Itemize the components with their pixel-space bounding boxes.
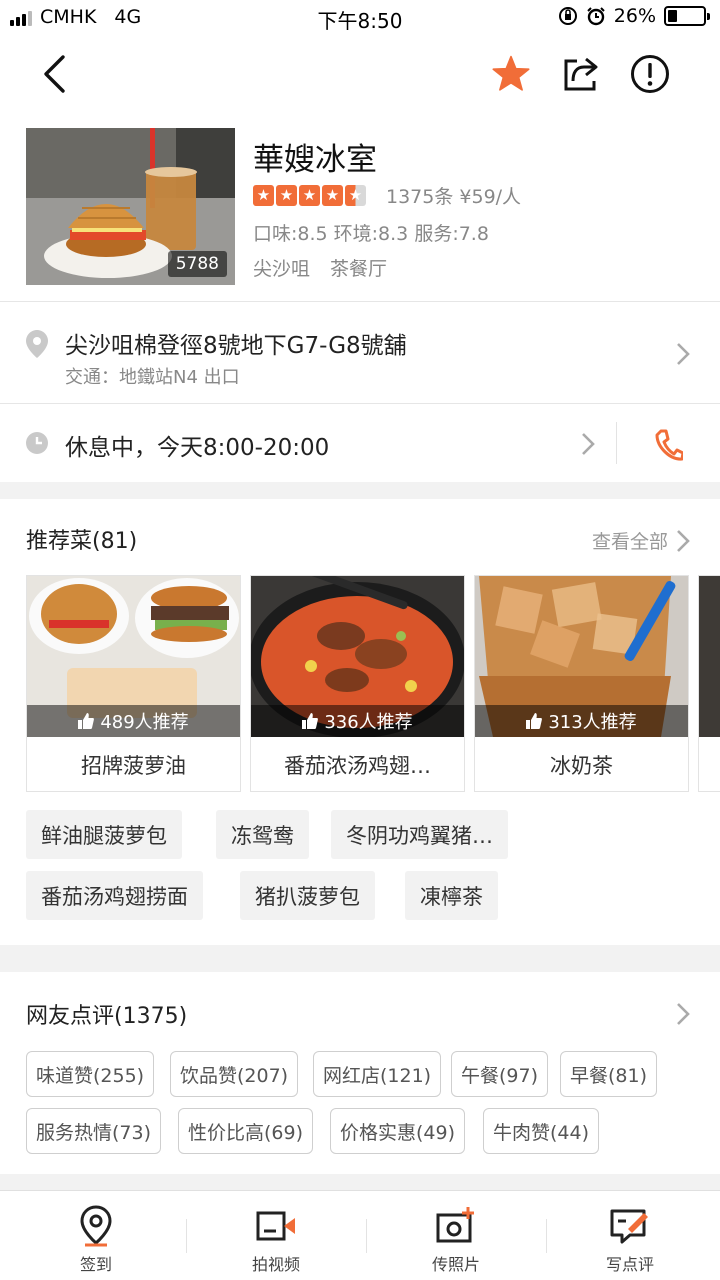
recommend-count: 336人推荐: [251, 705, 464, 737]
chevron-left-icon: [44, 55, 65, 93]
dish-name: 冰奶茶: [550, 753, 613, 778]
report-button[interactable]: [626, 50, 674, 98]
review-tag[interactable]: 早餐(81): [560, 1051, 658, 1097]
dish-name: 番茄浓汤鸡翅…: [284, 753, 431, 778]
location-pin-icon: [26, 330, 48, 358]
dish-tag[interactable]: 凍檸茶: [405, 871, 498, 920]
review-tag[interactable]: 饮品赞(207): [170, 1051, 299, 1097]
location-pin-icon: [80, 1205, 112, 1247]
transit-info: 交通：地鐵站N4 出口: [65, 367, 240, 388]
sub-scores: 口味:8.5 环境:8.3 服务:7.8: [253, 223, 489, 245]
dish-photo: 489人推荐: [27, 576, 240, 737]
write-review-button[interactable]: 写点评: [540, 1191, 720, 1280]
upload-photo-label: 传照片: [431, 1255, 480, 1274]
rating-star-icon: ★: [276, 185, 297, 206]
rating-star-icon: ★: [253, 185, 274, 206]
reviews-section: 网友点评(1375) 味道赞(255) 饮品赞(207) 网红店(121) 午餐…: [0, 972, 720, 1174]
rating-star-icon: ★: [345, 185, 366, 206]
star-icon: [492, 55, 530, 91]
dish-name: 招牌菠萝油: [81, 753, 186, 778]
battery-percent: 26%: [613, 5, 656, 27]
status-bar: CMHK 4G 下午8:50 26%: [0, 0, 720, 36]
upload-photo-button[interactable]: 传照片: [366, 1191, 546, 1280]
dish-photo: 336人推荐: [251, 576, 464, 737]
chevron-right-icon[interactable]: [676, 529, 690, 553]
share-button[interactable]: [557, 50, 605, 98]
chevron-right-icon: [582, 433, 595, 455]
recommend-count: 313人推荐: [475, 705, 688, 737]
thumbs-up-icon: [526, 713, 543, 729]
dish-card[interactable]: 313人推荐 冰奶茶: [474, 575, 689, 792]
orientation-lock-icon: [558, 7, 577, 25]
chevron-right-icon: [677, 343, 690, 365]
write-review-label: 写点评: [605, 1255, 654, 1274]
dish-tag[interactable]: 冬阴功鸡翼猪…: [331, 810, 508, 859]
thumbs-up-icon: [78, 713, 95, 729]
alert-circle-icon: [631, 55, 669, 93]
dish-tag[interactable]: 鲜油腿菠萝包: [26, 810, 182, 859]
rating-row: ★ ★ ★ ★ ★ 1375条 ¥59/人: [253, 182, 521, 209]
dish-photo: 313人推荐: [475, 576, 688, 737]
battery-icon: [664, 6, 710, 26]
clock-icon: [26, 432, 48, 454]
shop-photo[interactable]: 5788: [26, 128, 235, 285]
dish-card[interactable]: 336人推荐 番茄浓汤鸡翅…: [250, 575, 465, 792]
alarm-icon: [587, 7, 605, 26]
see-all-link[interactable]: 查看全部: [592, 527, 668, 554]
district-label[interactable]: 尖沙咀: [253, 254, 310, 281]
rating-stars: ★ ★ ★ ★ ★: [253, 185, 366, 206]
category-label[interactable]: 茶餐厅: [330, 254, 387, 281]
review-tag[interactable]: 服务热情(73): [26, 1108, 162, 1154]
rating-star-icon: ★: [299, 185, 320, 206]
hours-text: 休息中，今天8:00-20:00: [65, 435, 330, 461]
review-tag[interactable]: 味道赞(255): [26, 1051, 155, 1097]
phone-icon[interactable]: [655, 429, 683, 461]
dish-card[interactable]: 489人推荐 招牌菠萝油: [26, 575, 241, 792]
dish-tag[interactable]: 冻鸳鸯: [216, 810, 309, 859]
nav-bar: [0, 36, 720, 112]
video-camera-icon: [256, 1211, 295, 1241]
back-button[interactable]: [30, 50, 78, 98]
add-photo-icon: [436, 1207, 474, 1243]
shop-categories: 尖沙咀 茶餐厅: [253, 254, 387, 281]
rating-star-icon: ★: [322, 185, 343, 206]
bottom-action-bar: 签到 拍视频 传照片 写点评: [0, 1190, 720, 1280]
favorite-button[interactable]: [487, 50, 535, 98]
address-row[interactable]: 尖沙咀棉登徑8號地下G7-G8號舖 交通：地鐵站N4 出口: [0, 302, 720, 404]
photo-count: 5788: [167, 251, 227, 277]
dish-tag[interactable]: 猪扒菠萝包: [240, 871, 375, 920]
hours-row[interactable]: 休息中，今天8:00-20:00: [0, 404, 720, 482]
address-line: 尖沙咀棉登徑8號地下G7-G8號舖: [65, 333, 407, 359]
recommended-dishes-section: 推荐菜(81) 查看全部 489人推荐 招牌菠萝油 336人推荐 番茄浓汤鸡翅……: [0, 499, 720, 945]
recommend-count: 489人推荐: [27, 705, 240, 737]
divider: [616, 422, 617, 464]
review-tag[interactable]: 午餐(97): [451, 1051, 549, 1097]
review-tag[interactable]: 性价比高(69): [178, 1108, 314, 1154]
shoot-video-label: 拍视频: [251, 1255, 300, 1274]
check-in-label: 签到: [79, 1255, 112, 1274]
review-tag[interactable]: 价格实惠(49): [330, 1108, 466, 1154]
status-right: 26%: [558, 5, 710, 27]
shop-header: 5788 華嫂冰室 ★ ★ ★ ★ ★ 1375条 ¥59/人 口味:8.5 环境:8.…: [0, 112, 720, 302]
dish-photo: [699, 576, 720, 737]
dish-tag[interactable]: 番茄汤鸡翅捞面: [26, 871, 203, 920]
battery-level: [668, 10, 677, 22]
write-review-icon: [610, 1209, 648, 1244]
chevron-right-icon[interactable]: [676, 1002, 690, 1026]
check-in-button[interactable]: 签到: [6, 1191, 186, 1280]
reviews-price: 1375条 ¥59/人: [386, 186, 522, 208]
recommended-title: 推荐菜(81): [26, 529, 138, 554]
shoot-video-button[interactable]: 拍视频: [186, 1191, 366, 1280]
shop-name: 華嫂冰室: [253, 142, 377, 178]
reviews-title[interactable]: 网友点评(1375): [26, 998, 187, 1030]
review-tag[interactable]: 牛肉赞(44): [483, 1108, 600, 1154]
thumbs-up-icon: [302, 713, 319, 729]
share-icon: [564, 57, 598, 91]
dish-card-partial[interactable]: [698, 575, 720, 792]
review-tag[interactable]: 网红店(121): [313, 1051, 442, 1097]
